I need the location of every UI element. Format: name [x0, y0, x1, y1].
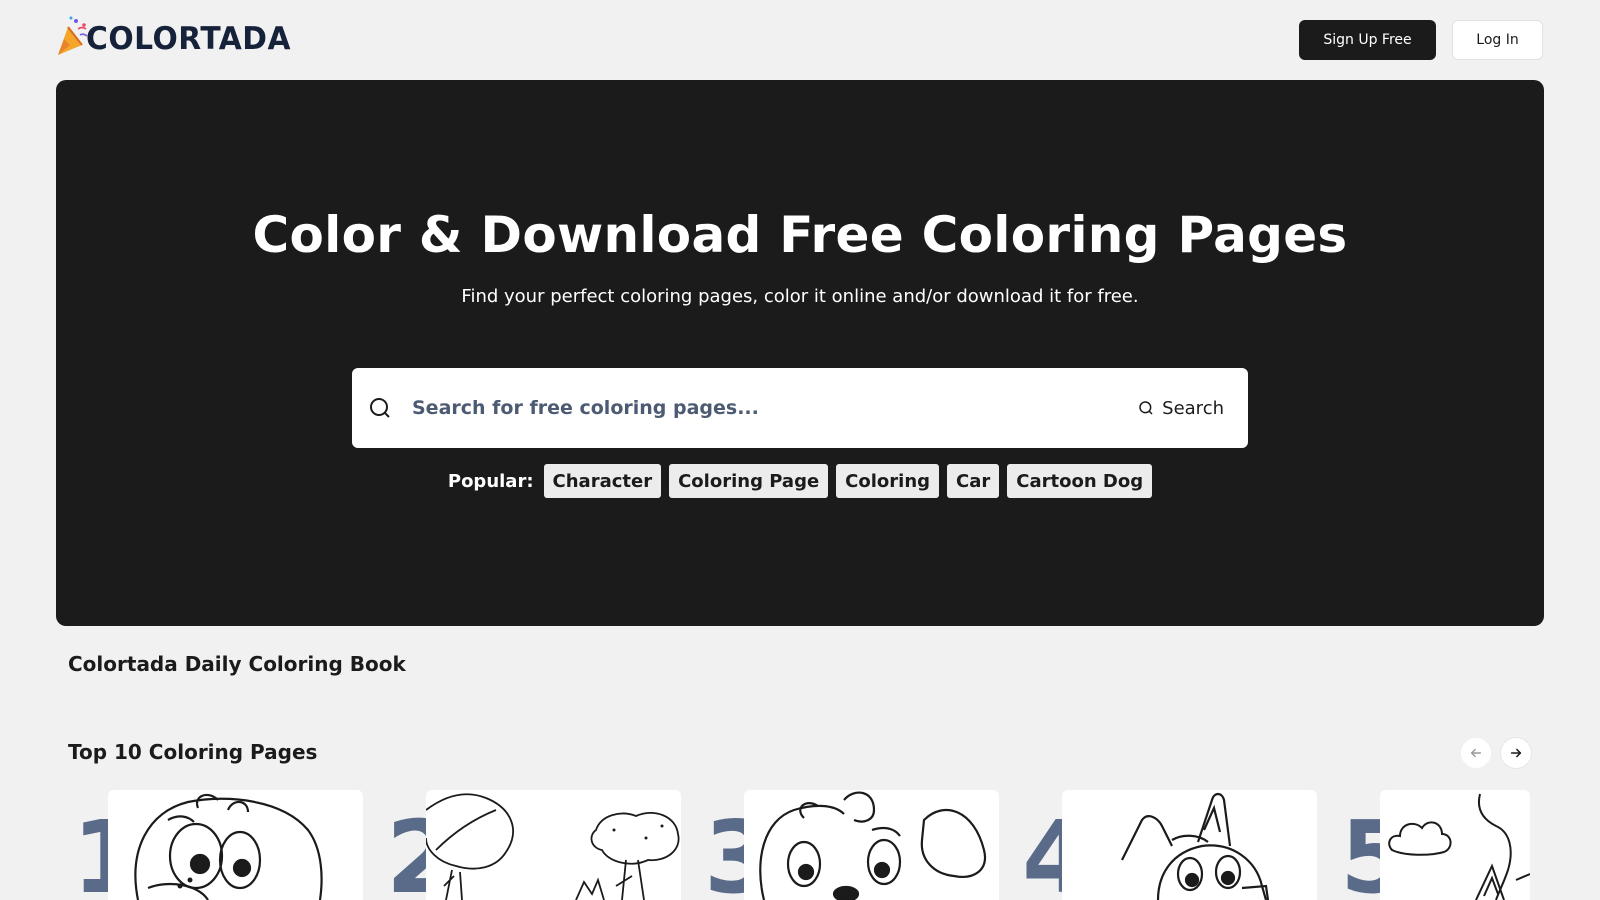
sign-up-button[interactable]: Sign Up Free [1299, 20, 1436, 60]
site-logo[interactable]: COLORTADA [56, 14, 300, 58]
search-button[interactable]: Search [1138, 390, 1224, 426]
carousel-next-button[interactable] [1501, 738, 1531, 768]
party-popper-icon [58, 16, 88, 55]
coloring-page-thumbnail[interactable] [426, 790, 681, 900]
carousel-prev-button[interactable] [1461, 738, 1491, 768]
popular-tags: Popular: Character Coloring Page Colorin… [56, 464, 1544, 498]
site-header: COLORTADA Sign Up Free Log In [0, 0, 1600, 80]
cloud-and-dog-line-art-icon [1388, 793, 1530, 900]
coloring-page-thumbnail[interactable] [744, 790, 999, 900]
coloring-page-thumbnail[interactable] [1062, 790, 1317, 900]
top-10-item: 1 [68, 790, 368, 900]
top-10-carousel: 1 2 3 4 5 [68, 790, 1532, 900]
trees-landscape-line-art-icon [426, 793, 680, 900]
popular-tag[interactable]: Character [543, 464, 662, 498]
cartoon-dog-face-line-art-icon [134, 793, 323, 900]
search-bar: Search [352, 368, 1248, 448]
top-10-item: 4 [1022, 790, 1322, 900]
daily-coloring-book-heading: Colortada Daily Coloring Book [68, 652, 406, 676]
popular-tag[interactable]: Cartoon Dog [1007, 464, 1153, 498]
search-input[interactable] [412, 386, 1092, 430]
cartoon-dog-line-art-icon [1121, 792, 1270, 900]
puppy-face-line-art-icon [759, 791, 987, 900]
coloring-page-thumbnail[interactable] [1380, 790, 1530, 900]
hero-banner: Color & Download Free Coloring Pages Fin… [56, 80, 1544, 626]
popular-label: Popular: [447, 470, 534, 492]
popular-tag[interactable]: Coloring Page [669, 464, 829, 498]
log-in-button[interactable]: Log In [1452, 20, 1543, 60]
search-icon [370, 398, 390, 418]
top-10-item: 5 [1340, 790, 1532, 900]
logo-text: COLORTADA [86, 21, 292, 57]
popular-tag[interactable]: Car [947, 464, 1000, 498]
coloring-page-thumbnail[interactable] [108, 790, 363, 900]
search-button-label: Search [1162, 397, 1224, 419]
top-10-item: 2 [386, 790, 686, 900]
hero-subtitle: Find your perfect coloring pages, color … [461, 286, 1139, 307]
hero-title: Color & Download Free Coloring Pages [252, 206, 1348, 264]
arrow-right-icon [1510, 748, 1522, 758]
search-icon [1139, 401, 1153, 415]
arrow-left-icon [1470, 748, 1482, 758]
top-10-heading: Top 10 Coloring Pages [68, 740, 318, 764]
popular-tag[interactable]: Coloring [836, 464, 940, 498]
top-10-item: 3 [704, 790, 1004, 900]
